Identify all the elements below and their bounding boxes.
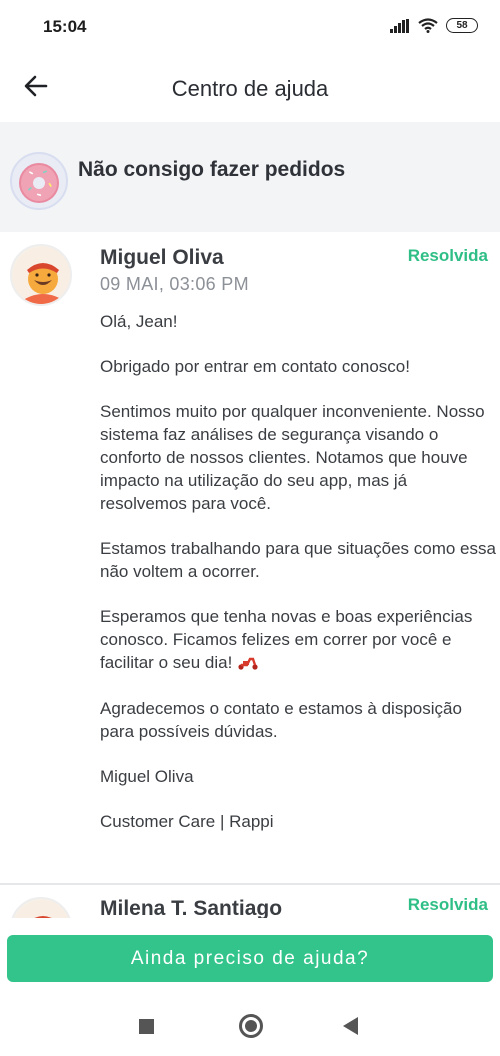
message-body: Olá, Jean! Obrigado por entrar em contat… [100, 310, 498, 855]
message-paragraph: Sentimos muito por qualquer inconvenient… [100, 402, 485, 513]
nav-back-icon[interactable] [343, 1017, 358, 1035]
wifi-icon [418, 18, 438, 33]
page-title: Centro de ajuda [171, 76, 329, 101]
message-date: 09 MAI, 03:06 PM [100, 274, 249, 294]
message-paragraph: Miguel Oliva [100, 767, 194, 786]
message-paragraph: Olá, Jean! [100, 312, 178, 331]
recent-apps-icon[interactable] [139, 1019, 154, 1034]
topic-title: Não consigo fazer pedidos [78, 158, 346, 181]
agent-avatar [10, 244, 72, 306]
status-icons: 58 [390, 18, 478, 33]
message-item: Miguel Oliva 09 MAI, 03:06 PM Resolvida … [0, 232, 500, 882]
signal-icon [390, 18, 409, 33]
scooter-icon [238, 657, 258, 670]
message-author: Miguel Oliva [100, 246, 224, 269]
topic-card: Não consigo fazer pedidos [0, 122, 500, 232]
battery-icon: 58 [446, 18, 478, 33]
status-badge: Resolvida [407, 246, 488, 265]
battery-level: 58 [456, 20, 468, 31]
message-paragraph-with-icon: Esperamos que tenha novas e boas experiê… [100, 605, 498, 674]
status-bar: 15:04 58 [0, 0, 500, 56]
message-paragraph: Customer Care | Rappi [100, 812, 274, 831]
app-header: Centro de ajuda [0, 56, 500, 120]
status-time: 15:04 [43, 17, 87, 36]
system-nav-bar [0, 998, 500, 1056]
donut-avatar-icon [10, 152, 68, 210]
message-paragraph: Estamos trabalhando para que situações c… [100, 539, 496, 581]
footer: Ainda preciso de ajuda? [0, 918, 500, 998]
message-paragraph: Agradecemos o contato e estamos à dispos… [100, 699, 462, 741]
message-paragraph: Esperamos que tenha novas e boas experiê… [100, 607, 473, 672]
status-badge: Resolvida [407, 895, 488, 914]
message-paragraph: Obrigado por entrar em contato conosco! [100, 357, 410, 376]
need-help-button[interactable]: Ainda preciso de ajuda? [7, 935, 493, 982]
home-icon[interactable] [239, 1014, 263, 1038]
